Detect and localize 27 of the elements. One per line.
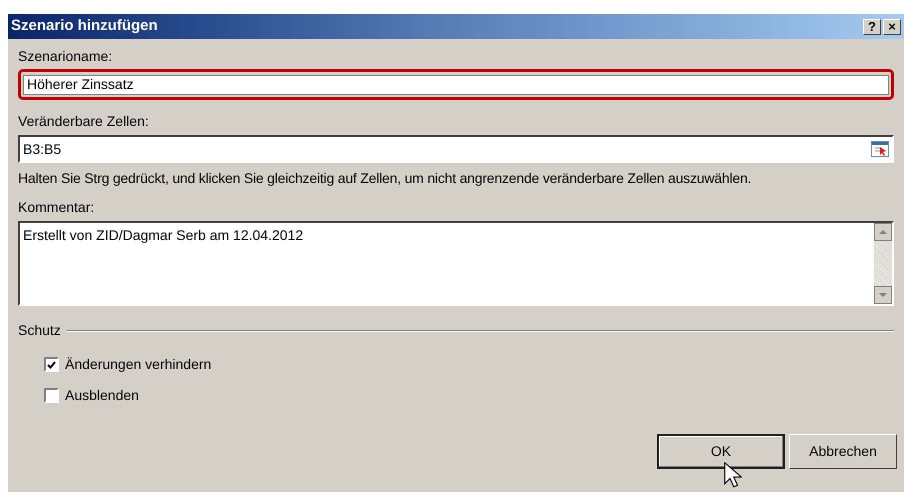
field-value: B3:B5 [23, 140, 62, 158]
checkmark-icon [47, 360, 56, 368]
scroll-down-button[interactable] [874, 286, 892, 304]
scroll-up-button[interactable] [874, 223, 892, 241]
scrollbar[interactable] [874, 223, 892, 304]
checkbox[interactable] [44, 388, 59, 403]
field-label: Kommentar: [18, 198, 96, 216]
checkbox-label[interactable]: Ausblenden [65, 385, 139, 406]
title-bar-button[interactable]: × [883, 18, 901, 34]
checkbox-label[interactable]: Änderungen verhindern [65, 354, 212, 375]
comment-field[interactable]: Erstellt von ZID/Dagmar Serb am 12.04.2012 [18, 221, 894, 306]
field-label: Szenarioname: [18, 47, 114, 65]
scenario-name-field[interactable]: Höherer Zinssatz [23, 74, 889, 94]
down-arrow-icon [879, 293, 887, 297]
up-arrow-icon [879, 230, 887, 234]
title-bar-button[interactable]: ? [863, 18, 881, 34]
checkbox[interactable] [44, 357, 59, 372]
changing-cells-field[interactable]: B3:B5 [18, 135, 894, 163]
cell-picker-icon[interactable] [871, 141, 889, 157]
field-value: Erstellt von ZID/Dagmar Serb am 12.04.2012 [22, 226, 304, 245]
group-title: Schutz [18, 321, 61, 340]
dialog-button[interactable]: Abbrechen [789, 434, 897, 469]
field-label: Veränderbare Zellen: [18, 112, 150, 130]
window-title: Szenario hinzufügen [11, 16, 158, 36]
mouse-pointer-icon [724, 462, 742, 489]
dialog-button[interactable]: OK [657, 434, 785, 469]
hint-text: Halten Sie Strg gedrückt, und klicken Sie gleichzeitig auf Zellen, um nicht angrenzende veränderbare Zellen auszuwählen. [18, 169, 752, 188]
